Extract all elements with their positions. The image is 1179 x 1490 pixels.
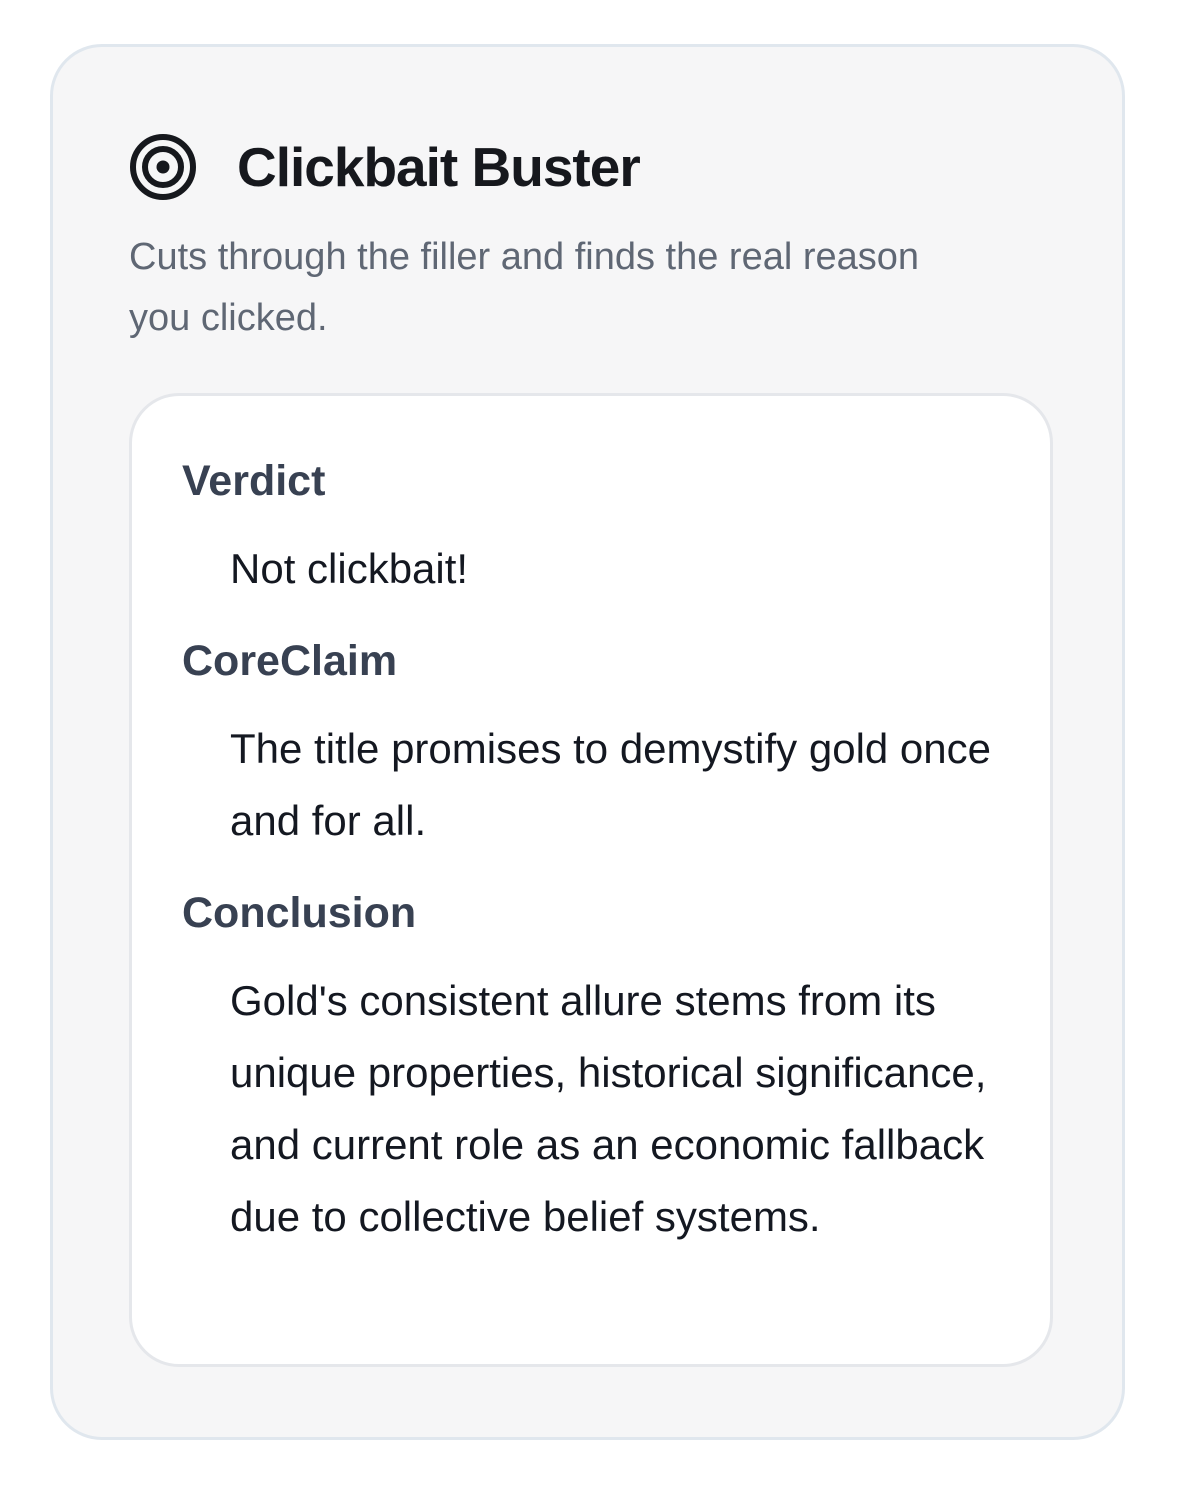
app-title: Clickbait Buster xyxy=(237,135,641,198)
app-subtitle: Cuts through the filler and finds the re… xyxy=(129,236,920,339)
target-icon xyxy=(130,134,196,200)
result-panel: Verdict Not clickbait! CoreClaim The tit… xyxy=(129,393,1053,1367)
card-header: Clickbait Buster xyxy=(129,133,641,201)
conclusion-label: Conclusion xyxy=(182,889,417,937)
core-claim-label: CoreClaim xyxy=(182,637,398,685)
verdict-label: Verdict xyxy=(182,457,326,505)
verdict-value: Not clickbait! xyxy=(230,545,469,592)
core-claim-value: The title promises to demystify gold onc… xyxy=(230,725,992,844)
conclusion-value: Gold's consistent allure stems from its … xyxy=(230,977,987,1240)
clickbait-buster-card: Clickbait Buster Cuts through the filler… xyxy=(50,44,1125,1440)
